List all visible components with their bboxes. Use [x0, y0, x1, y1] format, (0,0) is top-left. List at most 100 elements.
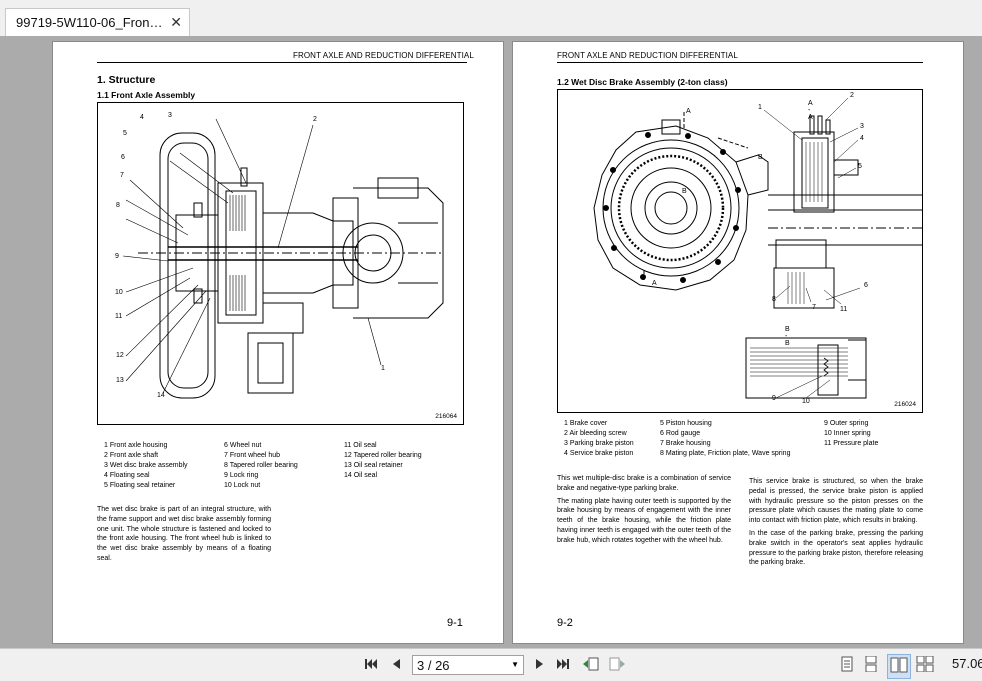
zoom-level[interactable]: 57.06 [952, 656, 982, 671]
next-page-icon[interactable] [534, 657, 546, 674]
running-header: FRONT AXLE AND REDUCTION DIFFERENTIAL [293, 51, 474, 60]
last-page-icon[interactable] [556, 657, 570, 674]
section-marker-a-bottom: A [652, 280, 657, 287]
callout-6: 6 [121, 154, 125, 161]
callout-5: 5 [123, 130, 127, 137]
page-number: 9-2 [557, 617, 573, 629]
legend-item: 10 Lock nut [224, 482, 261, 489]
callout-7: 7 [120, 172, 124, 179]
section-marker-b-center: B [682, 188, 687, 195]
legend-item: 11 Oil seal [344, 442, 377, 449]
legend-item: 8 Tapered roller bearing [224, 462, 298, 469]
document-viewer[interactable]: FRONT AXLE AND REDUCTION DIFFERENTIAL 1.… [0, 36, 982, 648]
legend-item: 7 Brake housing [660, 440, 711, 447]
body-paragraph: This wet multiple-disc brake is a combin… [557, 475, 731, 492]
go-back-view-icon[interactable] [582, 656, 600, 675]
callout-9: 9 [772, 395, 776, 402]
chevron-down-icon: ▼ [511, 660, 519, 669]
legend-item: 9 Lock ring [224, 472, 259, 479]
section-marker-b-right: B [758, 154, 763, 161]
legend-column-2: 6 Wheel nut 7 Front wheel hub 8 Tapered … [224, 441, 298, 491]
subsection-heading: 1.1 Front Axle Assembly [97, 90, 196, 100]
legend-column-3: 9 Outer spring 10 Inner spring 11 Pressu… [824, 419, 878, 449]
legend-item: 3 Parking brake piston [564, 440, 634, 447]
legend-item: 5 Piston housing [660, 420, 712, 427]
legend-item: 14 Oil seal [344, 472, 378, 479]
wet-disc-brake-figure: 216024 A - A B - B A A B B 1 2 3 4 5 6 7… [557, 89, 923, 413]
callout-4: 4 [140, 114, 144, 121]
go-forward-view-icon[interactable] [608, 656, 626, 675]
section-bb-label: B - B [785, 326, 790, 347]
callout-3: 3 [860, 123, 864, 130]
legend-column-2: 5 Piston housing 6 Rod gauge 7 Brake hou… [660, 419, 790, 459]
navigation-toolbar: 3 / 26 ▼ 57.06 [0, 648, 982, 681]
callout-2: 2 [850, 92, 854, 99]
two-page-continuous-view-icon[interactable] [916, 655, 934, 675]
section-aa-label: A - A [808, 100, 813, 121]
callout-6: 6 [864, 282, 868, 289]
two-page-view-icon[interactable] [887, 654, 911, 679]
callout-11: 11 [840, 306, 848, 313]
tab-bar: 99719-5W110-06_Fron… ✕ [0, 0, 982, 37]
callout-10: 10 [802, 398, 810, 405]
page-right: FRONT AXLE AND REDUCTION DIFFERENTIAL 1.… [512, 41, 964, 644]
body-text-right: This service brake is structured, so whe… [749, 477, 923, 571]
legend-item: 7 Front wheel hub [224, 452, 281, 459]
body-paragraph: This service brake is structured, so whe… [749, 478, 923, 525]
single-page-view-icon[interactable] [840, 656, 854, 675]
legend-item: 10 Inner spring [824, 430, 871, 437]
first-page-icon[interactable] [364, 657, 378, 674]
callout-8: 8 [772, 296, 776, 303]
callout-3: 3 [168, 112, 172, 119]
page-left: FRONT AXLE AND REDUCTION DIFFERENTIAL 1.… [52, 41, 504, 644]
callout-2: 2 [313, 116, 317, 123]
tab-title: 99719-5W110-06_Fron… [16, 15, 163, 30]
legend-item: 2 Air bleeding screw [564, 430, 627, 437]
body-text-left: This wet multiple-disc brake is a combin… [557, 474, 731, 549]
callout-9: 9 [115, 253, 119, 260]
document-tab[interactable]: 99719-5W110-06_Fron… ✕ [5, 8, 190, 36]
continuous-view-icon[interactable] [864, 655, 878, 675]
legend-item: 12 Tapered roller bearing [344, 452, 422, 459]
callout-1: 1 [758, 104, 762, 111]
subsection-heading: 1.2 Wet Disc Brake Assembly (2-ton class… [557, 77, 728, 87]
legend-item: 1 Brake cover [564, 420, 608, 427]
callout-12: 12 [116, 352, 124, 359]
figure-id: 216064 [435, 413, 457, 420]
section-heading: 1. Structure [97, 74, 156, 86]
figure-id: 216024 [894, 401, 916, 408]
section-marker-a-top: A [686, 108, 691, 115]
legend-item: 6 Rod gauge [660, 430, 701, 437]
front-axle-drawing [122, 118, 444, 399]
legend-column-3: 11 Oil seal 12 Tapered roller bearing 13… [344, 441, 422, 481]
legend-item: 2 Front axle shaft [104, 452, 159, 459]
wet-disc-brake-drawing [593, 97, 922, 399]
body-paragraph: The mating plate having outer teeth is s… [557, 497, 731, 544]
page-number-select[interactable]: 3 / 26 ▼ [412, 655, 524, 675]
callout-4: 4 [860, 135, 864, 142]
legend-item: 11 Pressure plate [824, 440, 879, 447]
callout-14: 14 [157, 392, 165, 399]
legend-item: 13 Oil seal retainer [344, 462, 403, 469]
legend-item: 3 Wet disc brake assembly [104, 462, 188, 469]
legend-item: 1 Front axle housing [104, 442, 168, 449]
legend-item: 4 Floating seal [104, 472, 150, 479]
callout-8: 8 [116, 202, 120, 209]
callout-1: 1 [381, 365, 385, 372]
legend-item: 6 Wheel nut [224, 442, 262, 449]
legend-column-1: 1 Brake cover 2 Air bleeding screw 3 Par… [564, 419, 634, 459]
header-rule [97, 62, 467, 63]
header-rule [557, 62, 923, 63]
callout-11: 11 [115, 313, 123, 320]
legend-item: 8 Mating plate, Friction plate, Wave spr… [660, 450, 791, 457]
close-icon[interactable]: ✕ [170, 14, 182, 31]
running-header: FRONT AXLE AND REDUCTION DIFFERENTIAL [557, 51, 738, 60]
page-number-value: 3 / 26 [417, 658, 450, 673]
previous-page-icon[interactable] [390, 657, 402, 674]
front-axle-figure: 216064 1 2 3 4 5 6 7 8 9 10 11 12 13 14 [97, 102, 464, 425]
callout-7: 7 [812, 304, 816, 311]
legend-item: 4 Service brake piston [564, 450, 634, 457]
legend-column-1: 1 Front axle housing 2 Front axle shaft … [104, 441, 188, 491]
callout-10: 10 [115, 289, 123, 296]
callout-13: 13 [116, 377, 124, 384]
